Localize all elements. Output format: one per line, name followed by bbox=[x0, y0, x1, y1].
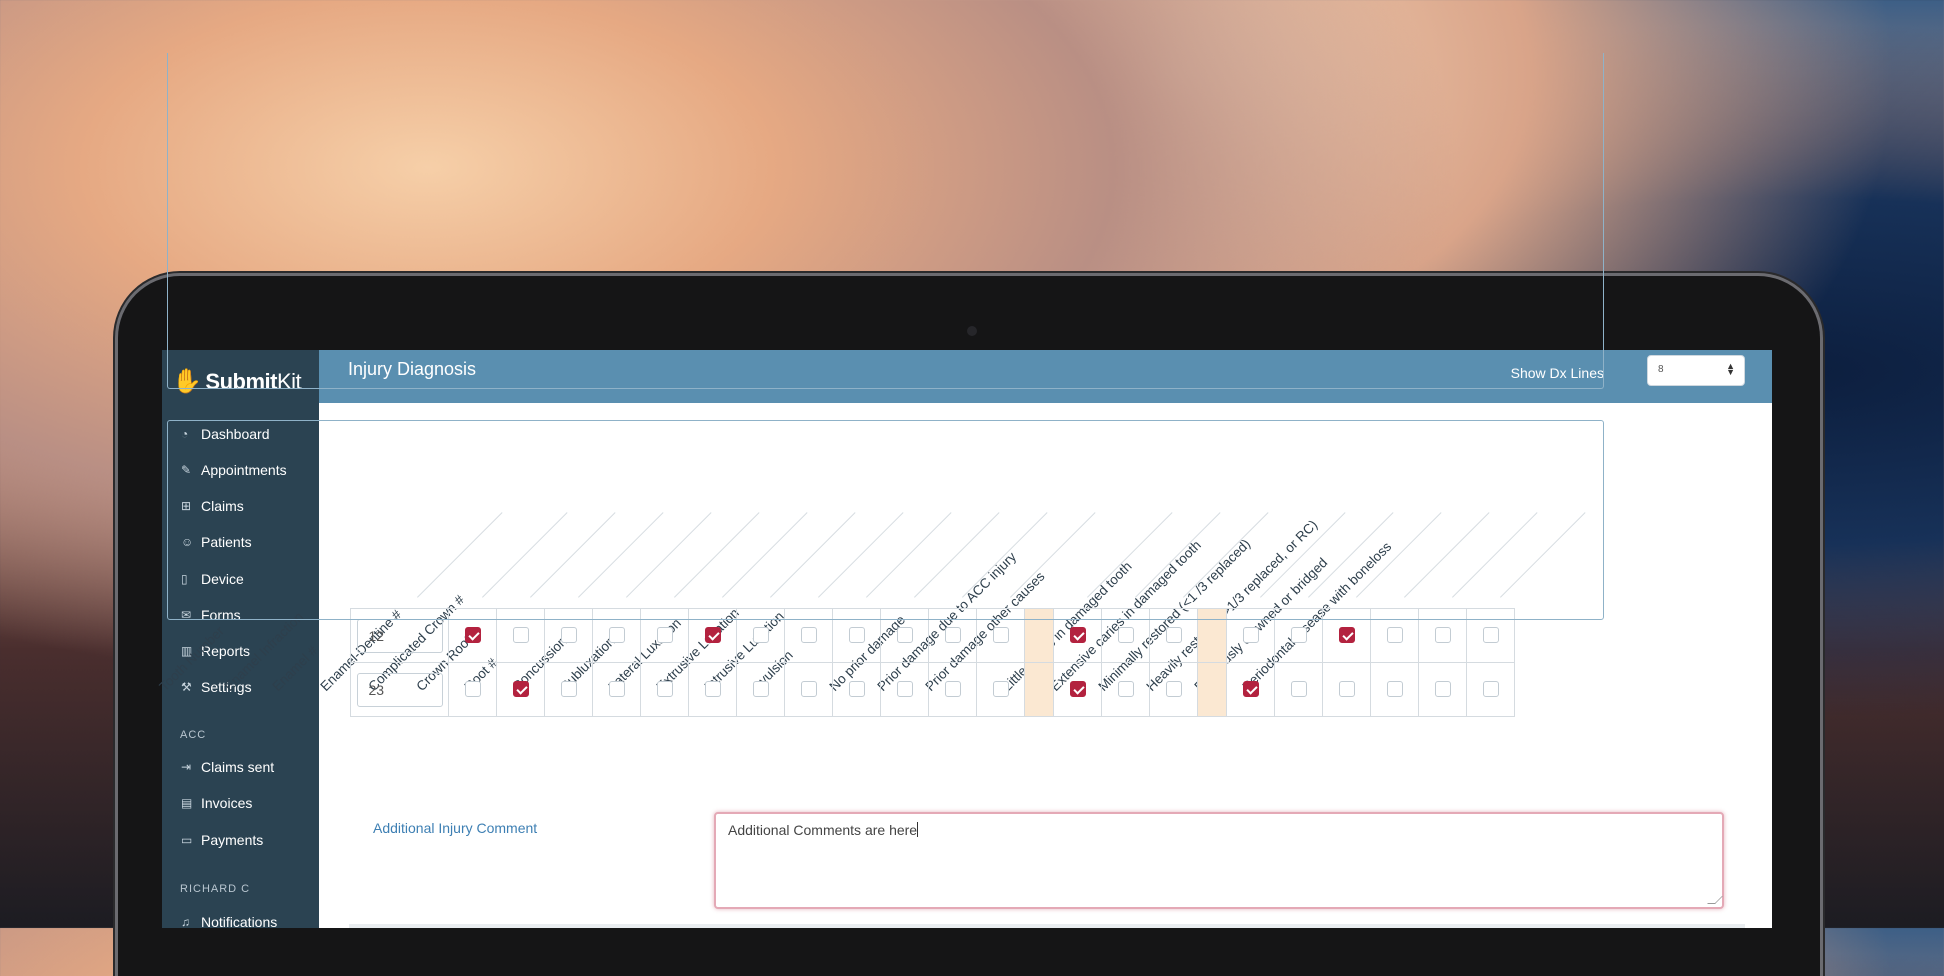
injury-type-checkbox[interactable] bbox=[464, 627, 481, 644]
tooth-condition-cell bbox=[1226, 662, 1275, 717]
tooth-condition-checkbox[interactable] bbox=[1242, 627, 1259, 644]
group-separator bbox=[1197, 662, 1227, 717]
injury-type-cell bbox=[688, 662, 737, 717]
select-updown-icon: ▲ ▼ bbox=[1726, 361, 1735, 377]
injury-type-checkbox[interactable] bbox=[896, 627, 913, 644]
injury-type-checkbox[interactable] bbox=[800, 681, 817, 698]
diagnosis-panel bbox=[167, 53, 1604, 389]
prior-damage-checkbox[interactable] bbox=[1117, 681, 1134, 698]
tooth-condition-checkbox[interactable] bbox=[1290, 627, 1307, 644]
injury-type-cell bbox=[544, 662, 593, 717]
injury-type-checkbox[interactable] bbox=[944, 681, 961, 698]
injury-type-cell bbox=[736, 662, 785, 717]
group-separator bbox=[1024, 662, 1054, 717]
additional-comment-textarea[interactable]: Additional Comments are here bbox=[714, 812, 1724, 909]
tooth-condition-checkbox[interactable] bbox=[1386, 627, 1403, 644]
injury-type-cell bbox=[976, 662, 1025, 717]
prior-damage-checkbox[interactable] bbox=[1165, 627, 1182, 644]
injury-type-cell bbox=[880, 662, 929, 717]
tooth-number-input[interactable]: 12 bbox=[356, 618, 443, 653]
tooth-condition-checkbox[interactable] bbox=[1338, 681, 1355, 698]
sidebar-item-notifications[interactable]: ♫ Notifications bbox=[181, 912, 277, 928]
tooth-condition-checkbox[interactable] bbox=[1386, 681, 1403, 698]
file-icon: ▤ bbox=[181, 796, 193, 810]
resize-handle[interactable] bbox=[1707, 896, 1723, 904]
injury-type-cell bbox=[592, 662, 641, 717]
sidebar-section-richard-c: RICHARD C bbox=[180, 883, 251, 895]
prior-damage-checkbox[interactable] bbox=[1165, 681, 1182, 698]
prior-damage-checkbox[interactable] bbox=[1117, 627, 1134, 644]
injury-type-checkbox[interactable] bbox=[800, 627, 817, 644]
diagnosis-grid: 12 23 bbox=[350, 608, 1515, 717]
injury-type-cell bbox=[640, 662, 689, 717]
tooth-condition-cell bbox=[1466, 662, 1515, 717]
injury-type-checkbox[interactable] bbox=[608, 627, 625, 644]
injury-type-checkbox[interactable] bbox=[992, 627, 1009, 644]
tooth-condition-checkbox[interactable] bbox=[1482, 627, 1499, 644]
comment-panel bbox=[167, 420, 1604, 620]
prior-damage-checkbox[interactable] bbox=[1069, 681, 1086, 698]
tooth-condition-checkbox[interactable] bbox=[1242, 681, 1259, 698]
injury-type-cell bbox=[784, 662, 833, 717]
injury-type-checkbox[interactable] bbox=[752, 681, 769, 698]
prior-damage-checkbox[interactable] bbox=[1069, 627, 1086, 644]
sidebar-item-label: Payments bbox=[201, 832, 264, 848]
sidebar-item-label: Notifications bbox=[201, 914, 278, 928]
text-caret bbox=[917, 822, 919, 837]
injury-type-checkbox[interactable] bbox=[704, 681, 721, 698]
injury-type-checkbox[interactable] bbox=[656, 681, 673, 698]
injury-type-checkbox[interactable] bbox=[656, 627, 673, 644]
injury-type-checkbox[interactable] bbox=[464, 681, 481, 698]
tooth-condition-cell bbox=[1418, 662, 1467, 717]
tooth-number-input[interactable]: 23 bbox=[356, 672, 443, 707]
injury-type-checkbox[interactable] bbox=[608, 681, 625, 698]
sidebar-section-acc: ACC bbox=[180, 729, 207, 741]
dx-lines-select[interactable]: 8 ▲ ▼ bbox=[1647, 355, 1745, 386]
sidebar-item-invoices[interactable]: ▤ Invoices bbox=[181, 793, 252, 813]
prior-damage-cell bbox=[1101, 662, 1150, 717]
additional-comment-label: Additional Injury Comment bbox=[373, 820, 538, 836]
sign-out-icon: ⇥ bbox=[181, 760, 192, 774]
sidebar-item-payments[interactable]: ▭ Payments bbox=[181, 830, 263, 850]
injury-type-checkbox[interactable] bbox=[560, 681, 577, 698]
injury-type-checkbox[interactable] bbox=[896, 681, 913, 698]
next-section-edge bbox=[349, 924, 1745, 928]
money-icon: ▭ bbox=[181, 833, 193, 847]
prior-damage-cell bbox=[1053, 662, 1102, 717]
injury-type-cell bbox=[448, 662, 497, 717]
injury-type-checkbox[interactable] bbox=[992, 681, 1009, 698]
tooth-condition-cell bbox=[1322, 662, 1371, 717]
injury-type-checkbox[interactable] bbox=[848, 627, 865, 644]
tooth-condition-checkbox[interactable] bbox=[1290, 681, 1307, 698]
table-row: 23 bbox=[350, 662, 1515, 717]
bell-icon: ♫ bbox=[181, 915, 190, 928]
injury-type-checkbox[interactable] bbox=[512, 627, 529, 644]
tooth-condition-cell bbox=[1370, 662, 1419, 717]
tooth-condition-checkbox[interactable] bbox=[1434, 681, 1451, 698]
injury-type-checkbox[interactable] bbox=[560, 627, 577, 644]
comment-text: Additional Comments are here bbox=[728, 822, 918, 838]
tooth-number-cell: 23 bbox=[350, 662, 449, 717]
dx-lines-value: 8 bbox=[1658, 364, 1664, 375]
injury-type-checkbox[interactable] bbox=[752, 627, 769, 644]
injury-type-checkbox[interactable] bbox=[848, 681, 865, 698]
injury-type-checkbox[interactable] bbox=[704, 627, 721, 644]
prior-damage-cell bbox=[1149, 662, 1198, 717]
tooth-condition-checkbox[interactable] bbox=[1482, 681, 1499, 698]
tooth-condition-checkbox[interactable] bbox=[1338, 627, 1355, 644]
injury-type-cell bbox=[832, 662, 881, 717]
injury-type-checkbox[interactable] bbox=[512, 681, 529, 698]
sidebar-item-label: Invoices bbox=[201, 795, 253, 811]
tooth-condition-cell bbox=[1274, 662, 1323, 717]
tooth-condition-checkbox[interactable] bbox=[1434, 627, 1451, 644]
injury-type-checkbox[interactable] bbox=[944, 627, 961, 644]
injury-type-cell bbox=[928, 662, 977, 717]
injury-type-cell bbox=[496, 662, 545, 717]
